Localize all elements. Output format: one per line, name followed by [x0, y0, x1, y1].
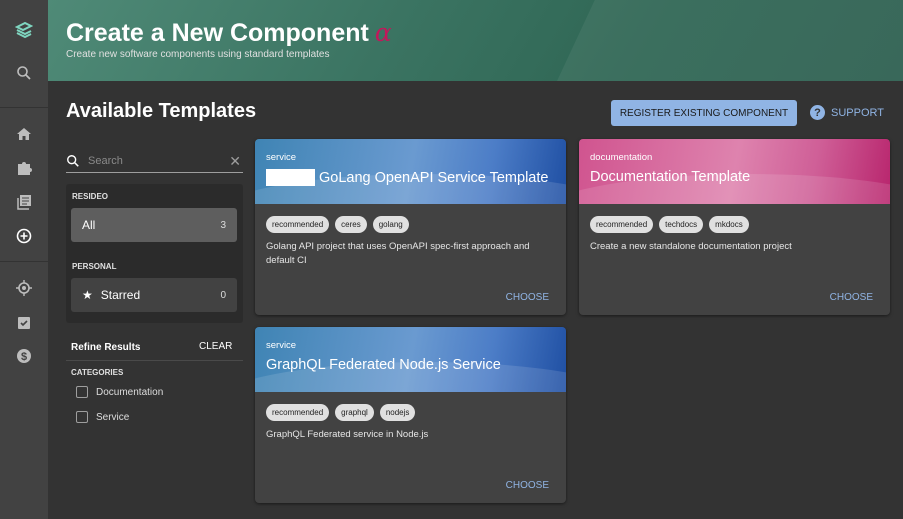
library-icon[interactable]: [14, 192, 34, 212]
search-icon[interactable]: [14, 63, 34, 83]
checkbox-label: Documentation: [96, 386, 164, 398]
card-title: GoLang OpenAPI Service Template: [266, 169, 548, 186]
group-label: RESIDEO: [72, 192, 109, 201]
categories-label: CATEGORIES: [71, 368, 124, 377]
page-title-text: Create a New Component: [66, 19, 369, 47]
sidebar-divider: [0, 261, 48, 262]
filter-count: 3: [220, 219, 226, 231]
card-title-text: GoLang OpenAPI Service Template: [319, 169, 549, 186]
tag-list: recommended ceres golang: [266, 216, 409, 233]
dollar-icon[interactable]: $: [14, 346, 34, 366]
template-card: service GraphQL Federated Node.js Servic…: [255, 327, 566, 503]
card-title: GraphQL Federated Node.js Service: [266, 357, 501, 373]
card-type: documentation: [590, 152, 653, 163]
help-icon: ?: [810, 105, 825, 120]
divider: [66, 360, 243, 361]
card-header: service GoLang OpenAPI Service Template: [255, 139, 566, 204]
template-card: documentation Documentation Template rec…: [579, 139, 890, 315]
group-label: PERSONAL: [72, 262, 117, 271]
redacted-block: [266, 169, 315, 186]
search-icon: [67, 155, 79, 167]
clipboard-check-icon[interactable]: [14, 312, 34, 332]
tag: mkdocs: [709, 216, 749, 233]
clear-search-icon[interactable]: ✕: [229, 153, 241, 170]
choose-button[interactable]: CHOOSE: [506, 480, 549, 491]
search-input[interactable]: [88, 155, 218, 167]
checkbox[interactable]: [76, 411, 88, 423]
tag: recommended: [590, 216, 654, 233]
category-checkbox-documentation[interactable]: Documentation: [76, 386, 163, 398]
clear-filters-button[interactable]: CLEAR: [199, 341, 232, 352]
card-description: GraphQL Federated service in Node.js: [266, 429, 429, 440]
svg-text:$: $: [21, 351, 27, 363]
refine-results-label: Refine Results: [71, 342, 141, 353]
card-type: service: [266, 152, 297, 163]
logo-icon[interactable]: [14, 20, 34, 40]
tag-list: recommended graphql nodejs: [266, 404, 416, 421]
star-icon: ★: [82, 288, 93, 302]
page-subtitle: Create new software components using sta…: [66, 49, 330, 60]
tag: recommended: [266, 216, 330, 233]
add-circle-icon[interactable]: [14, 226, 34, 246]
page-header: Create a New Component α Create new softw…: [48, 0, 903, 81]
tag: nodejs: [379, 404, 416, 421]
search-field: ✕: [66, 150, 243, 173]
category-checkbox-service[interactable]: Service: [76, 411, 129, 423]
tag: recommended: [266, 404, 330, 421]
card-type: service: [266, 340, 297, 351]
section-heading: Available Templates: [66, 100, 257, 122]
alpha-badge: α: [374, 18, 392, 47]
puzzle-icon[interactable]: [14, 158, 34, 178]
tag: techdocs: [659, 216, 704, 233]
choose-button[interactable]: CHOOSE: [506, 292, 549, 303]
checkbox[interactable]: [76, 386, 88, 398]
filter-label: Starred: [100, 288, 141, 302]
register-existing-component-button[interactable]: REGISTER EXISTING COMPONENT: [611, 100, 797, 126]
tag: ceres: [335, 216, 367, 233]
filter-label: All: [82, 218, 96, 232]
card-title: Documentation Template: [590, 169, 751, 185]
tag: graphql: [335, 404, 374, 421]
tag-list: recommended techdocs mkdocs: [590, 216, 749, 233]
card-header: service GraphQL Federated Node.js Servic…: [255, 327, 566, 392]
card-description: Golang API project that uses OpenAPI spe…: [266, 241, 530, 266]
card-header: documentation Documentation Template: [579, 139, 890, 204]
page-title: Create a New Component α: [66, 18, 392, 48]
home-icon[interactable]: [14, 124, 34, 144]
filter-count: 0: [220, 289, 226, 301]
card-description: Create a new standalone documentation pr…: [590, 241, 792, 252]
checkbox-label: Service: [96, 411, 130, 423]
location-target-icon[interactable]: [14, 278, 34, 298]
owner-filter-panel: RESIDEO All 3 PERSONAL ★ Starred 0: [66, 184, 243, 323]
filter-item-all[interactable]: All 3: [71, 208, 237, 242]
filter-item-starred[interactable]: ★ Starred 0: [71, 278, 237, 312]
tag: golang: [372, 216, 409, 233]
sidebar: $: [0, 0, 48, 519]
choose-button[interactable]: CHOOSE: [830, 292, 873, 303]
support-button[interactable]: ? SUPPORT: [810, 105, 884, 120]
template-card: service GoLang OpenAPI Service Template …: [255, 139, 566, 315]
sidebar-divider: [0, 107, 48, 108]
support-label: SUPPORT: [831, 106, 884, 119]
